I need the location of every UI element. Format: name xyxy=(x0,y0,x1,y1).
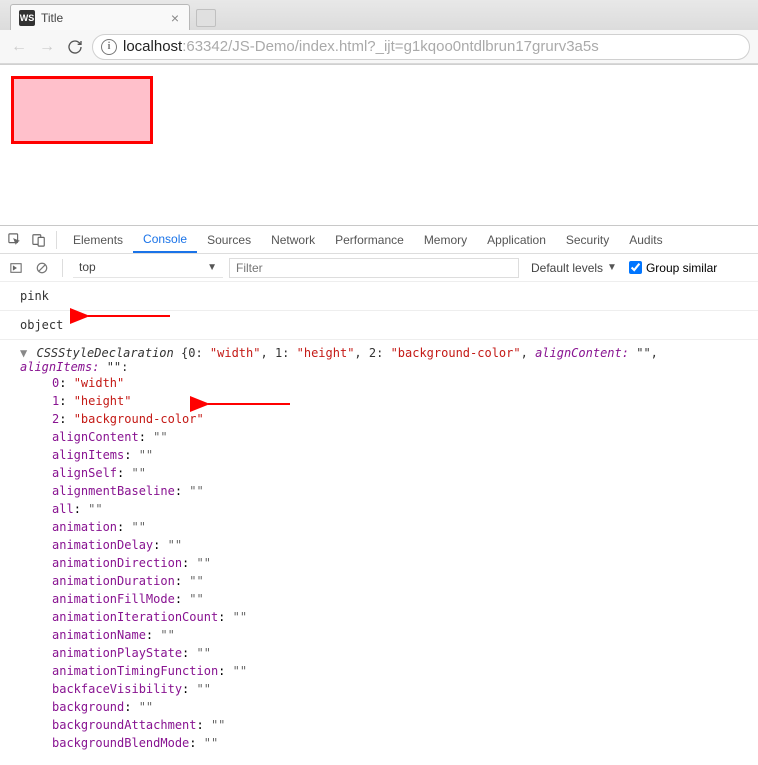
object-property: backgroundAttachment: "" xyxy=(52,716,738,734)
close-icon[interactable]: × xyxy=(169,10,181,26)
forward-button[interactable]: → xyxy=(36,36,58,58)
back-button[interactable]: ← xyxy=(8,36,30,58)
object-property: 2: "background-color" xyxy=(52,410,738,428)
toggle-sidebar-icon[interactable] xyxy=(6,258,26,278)
object-property: alignContent: "" xyxy=(52,428,738,446)
tab-strip: WS Title × xyxy=(0,0,758,30)
page-viewport xyxy=(0,65,758,200)
annotation-arrow xyxy=(200,397,300,414)
object-property: 1: "height" xyxy=(52,392,738,410)
devtools-tab-performance[interactable]: Performance xyxy=(325,226,414,253)
pink-box xyxy=(11,76,153,144)
url-text: localhost:63342/JS-Demo/index.html?_ijt=… xyxy=(123,38,599,55)
object-property: animation: "" xyxy=(52,518,738,536)
object-property: animationIterationCount: "" xyxy=(52,608,738,626)
devtools-tab-console[interactable]: Console xyxy=(133,226,197,253)
checkbox-input[interactable] xyxy=(629,261,642,274)
disclosure-triangle-icon[interactable]: ▼ xyxy=(20,346,27,360)
object-class-name: CSSStyleDeclaration xyxy=(36,346,173,360)
address-bar: ← → i localhost:63342/JS-Demo/index.html… xyxy=(0,30,758,64)
browser-chrome: WS Title × ← → i localhost:63342/JS-Demo… xyxy=(0,0,758,65)
object-property: all: "" xyxy=(52,500,738,518)
clear-console-icon[interactable] xyxy=(32,258,52,278)
devtools-tab-application[interactable]: Application xyxy=(477,226,556,253)
expanded-object[interactable]: ▼ CSSStyleDeclaration {0: "width", 1: "h… xyxy=(0,344,758,754)
devtools-tabs: ElementsConsoleSourcesNetworkPerformance… xyxy=(0,226,758,254)
object-property: 0: "width" xyxy=(52,374,738,392)
console-toolbar: top ▼ Default levels▼ Group similar xyxy=(0,254,758,282)
object-property: backfaceVisibility: "" xyxy=(52,680,738,698)
reload-button[interactable] xyxy=(64,36,86,58)
inspect-icon[interactable] xyxy=(4,229,26,251)
devtools-tab-sources[interactable]: Sources xyxy=(197,226,261,253)
devtools-panel: ElementsConsoleSourcesNetworkPerformance… xyxy=(0,225,758,765)
object-property: alignmentBaseline: "" xyxy=(52,482,738,500)
chevron-down-icon: ▼ xyxy=(607,262,617,273)
devtools-tab-memory[interactable]: Memory xyxy=(414,226,477,253)
new-tab-button[interactable] xyxy=(196,9,216,27)
separator xyxy=(56,231,57,249)
object-property: animationPlayState: "" xyxy=(52,644,738,662)
info-icon[interactable]: i xyxy=(101,39,117,55)
object-property: backgroundBlendMode: "" xyxy=(52,734,738,752)
object-property: background: "" xyxy=(52,698,738,716)
filter-input[interactable] xyxy=(229,258,519,278)
devtools-tab-security[interactable]: Security xyxy=(556,226,619,253)
object-property: animationTimingFunction: "" xyxy=(52,662,738,680)
group-similar-label: Group similar xyxy=(646,261,717,275)
annotation-arrow xyxy=(80,309,180,326)
object-property: animationName: "" xyxy=(52,626,738,644)
separator xyxy=(62,259,63,277)
url-field[interactable]: i localhost:63342/JS-Demo/index.html?_ij… xyxy=(92,34,750,60)
log-line: pink xyxy=(0,286,758,306)
object-property: animationFillMode: "" xyxy=(52,590,738,608)
devtools-tab-audits[interactable]: Audits xyxy=(619,226,672,253)
log-levels-selector[interactable]: Default levels▼ xyxy=(525,261,623,275)
browser-tab[interactable]: WS Title × xyxy=(10,4,190,30)
device-toggle-icon[interactable] xyxy=(28,229,50,251)
group-similar-checkbox[interactable]: Group similar xyxy=(629,261,717,275)
object-property: animationDelay: "" xyxy=(52,536,738,554)
devtools-tab-network[interactable]: Network xyxy=(261,226,325,253)
object-property: alignItems: "" xyxy=(52,446,738,464)
tab-title: Title xyxy=(41,11,169,25)
object-property: alignSelf: "" xyxy=(52,464,738,482)
devtools-tab-elements[interactable]: Elements xyxy=(63,226,133,253)
object-property: animationDuration: "" xyxy=(52,572,738,590)
favicon: WS xyxy=(19,10,35,26)
chevron-down-icon: ▼ xyxy=(207,262,217,273)
object-property: animationDirection: "" xyxy=(52,554,738,572)
context-selector[interactable]: top ▼ xyxy=(73,258,223,278)
console-output: pink object ▼ CSSStyleDeclaration {0: "w… xyxy=(0,282,758,765)
context-label: top xyxy=(79,260,96,274)
